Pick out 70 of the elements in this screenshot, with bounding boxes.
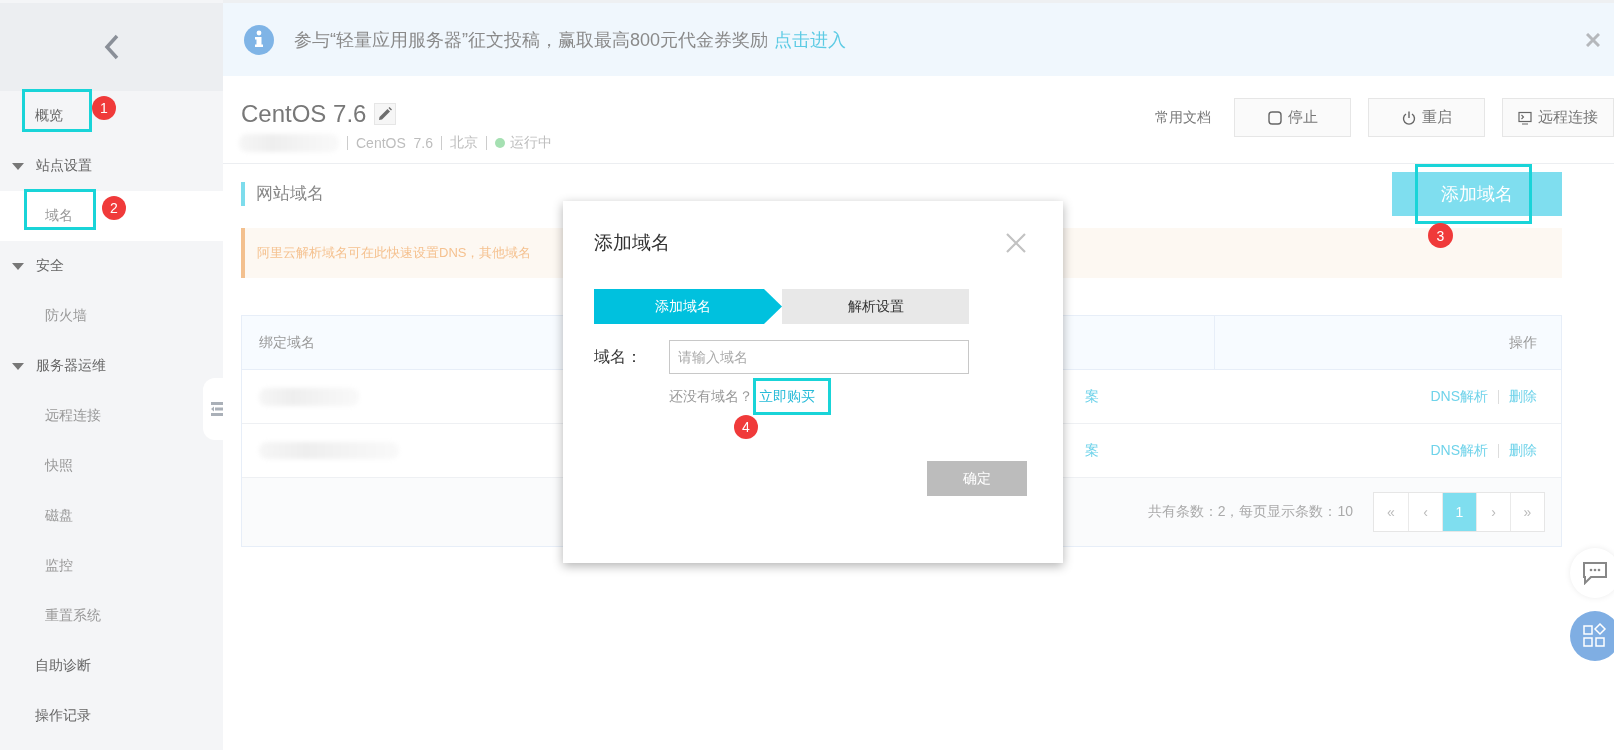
alert-text: 阿里云解析域名可在此快速设置DNS，其他域名 (257, 244, 532, 262)
sidebar-item[interactable]: 重置系统 (45, 607, 101, 625)
section-title: 网站域名 (241, 182, 324, 206)
page-button[interactable]: « (1374, 493, 1408, 531)
add-domain-button[interactable]: 添加域名 (1392, 172, 1562, 216)
notice-link[interactable]: 点击进入 (774, 27, 847, 52)
notice-text: 参与“轻量应用服务器”征文投稿，赢取最高800元代金券奖励 (294, 28, 769, 52)
highlight-frame (24, 189, 96, 230)
field-label: 域名： (594, 346, 643, 367)
instance-title: CentOS 7.6 (241, 100, 367, 128)
sidebar-item[interactable]: 快照 (45, 457, 73, 475)
page-button[interactable]: › (1476, 493, 1510, 531)
edit-button[interactable] (374, 103, 397, 125)
square-icon (1267, 110, 1282, 125)
sidebar-group[interactable]: 站点设置 (36, 157, 92, 175)
sidebar-item[interactable]: 防火墙 (45, 307, 87, 325)
row-action-link[interactable]: DNS解析 (1430, 387, 1488, 406)
docs-link[interactable]: 常用文档 (1155, 108, 1211, 127)
apps-button[interactable] (1570, 611, 1614, 661)
column-header: 绑定域名 (259, 333, 315, 352)
status-label: 运行中 (510, 134, 553, 152)
sidebar-item[interactable]: 磁盘 (45, 507, 73, 525)
close-icon[interactable] (1586, 32, 1600, 47)
close-icon[interactable] (1006, 233, 1026, 253)
page-button[interactable]: 1 (1442, 493, 1476, 531)
page-button[interactable]: ‹ (1408, 493, 1442, 531)
table-cell[interactable]: 案 (1085, 387, 1099, 406)
pencil-icon (378, 107, 393, 121)
highlight-frame (22, 89, 92, 132)
buy-link[interactable]: 立即购买 (759, 388, 815, 406)
action-button[interactable]: 远程连接 (1502, 98, 1614, 137)
step-label: 添加域名 (655, 297, 711, 316)
status-dot (495, 138, 506, 148)
action-button[interactable]: 重启 (1368, 98, 1485, 137)
sidebar-group[interactable]: 服务器运维 (36, 357, 106, 375)
chat-icon (1582, 561, 1608, 585)
row-action-link[interactable]: 删除 (1509, 441, 1537, 460)
back-icon[interactable] (103, 34, 120, 60)
table-cell[interactable]: 案 (1085, 441, 1099, 460)
info-icon (244, 24, 274, 55)
terminal-icon (1518, 110, 1532, 125)
region-label: 北京 (450, 134, 479, 152)
os-label: CentOS 7.6 (356, 135, 434, 151)
sidebar-item[interactable]: 域名 (45, 207, 73, 225)
apps-icon (1582, 623, 1608, 649)
chat-button[interactable] (1570, 548, 1614, 598)
step-badge: 2 (102, 196, 126, 220)
row-action-link[interactable]: 删除 (1509, 387, 1537, 406)
hint-text: 还没有域名？ (669, 388, 753, 406)
sidebar-group[interactable]: 安全 (36, 257, 64, 275)
sidebar-item[interactable]: 操作记录 (35, 707, 91, 725)
sidebar-item[interactable]: 概览 (35, 107, 63, 125)
domain-input[interactable]: 请输入域名 (669, 340, 969, 374)
power-icon (1401, 110, 1416, 125)
row-action-link[interactable]: DNS解析 (1430, 441, 1488, 460)
dialog-title: 添加域名 (594, 231, 670, 255)
page-button[interactable]: » (1510, 493, 1544, 531)
column-header: 操作 (1509, 333, 1537, 352)
step-label: 解析设置 (847, 297, 904, 316)
action-button[interactable]: 停止 (1234, 98, 1351, 137)
collapse-handle[interactable] (203, 378, 223, 440)
caret-icon[interactable] (12, 162, 24, 170)
sidebar-item[interactable]: 自助诊断 (35, 657, 91, 675)
caret-icon[interactable] (12, 262, 24, 270)
step-badge: 4 (734, 415, 758, 439)
sidebar-item[interactable]: 监控 (45, 557, 73, 575)
pagination-summary: 共有条数：2，每页显示条数：10 (1147, 503, 1353, 521)
caret-icon[interactable] (12, 362, 24, 370)
step-badge: 1 (92, 96, 116, 120)
sidebar-item[interactable]: 远程连接 (45, 407, 101, 425)
